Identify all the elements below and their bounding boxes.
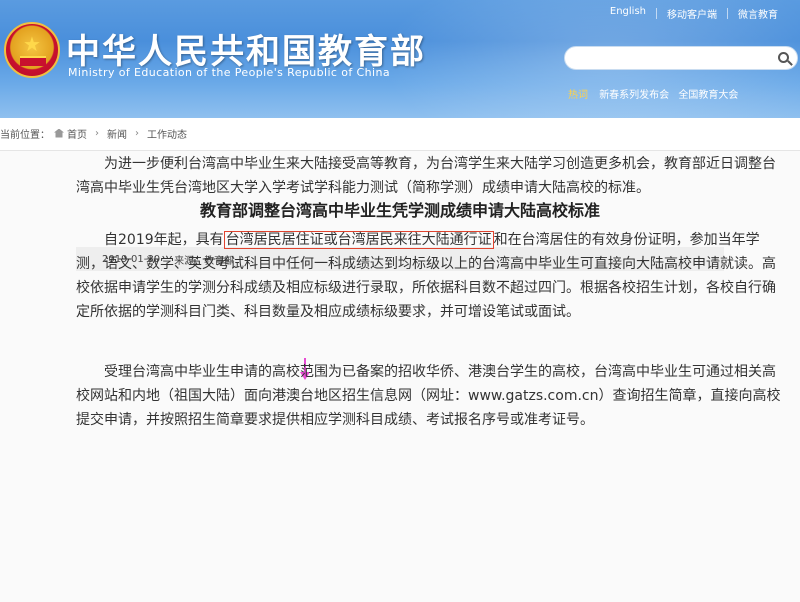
breadcrumb-news[interactable]: 新闻	[107, 126, 127, 141]
paragraph-line: 自2019年起，具有 台湾居民居住证或台湾居民来往大陆通行证 和在台湾居住的有效身份…	[76, 228, 760, 252]
chevron-right-icon: ›	[135, 127, 139, 139]
search-icon[interactable]	[778, 52, 789, 63]
breadcrumb-prefix: 当前位置：	[0, 129, 50, 141]
paragraph-line: 定所依据的学测科目门类、科目数量及相应成绩标级要求，并可增设笔试或面试。	[76, 304, 580, 320]
hot-label: 热词	[568, 90, 588, 101]
link-mobile-client[interactable]: 移动客户端	[657, 6, 727, 21]
hot-item-education-conference[interactable]: 全国教育大会	[678, 90, 738, 101]
top-links: English 移动客户端 微言教育	[600, 6, 788, 21]
paragraph-line: 校网站和内地（祖国大陆）面向港澳台地区招生信息网（网址：www.gatzs.co…	[76, 388, 781, 404]
paragraph-2: 自2019年起，具有 台湾居民居住证或台湾居民来往大陆通行证 和在台湾居住的有效身份…	[76, 228, 776, 324]
paragraph-line: 为进一步便利台湾高中毕业生来大陆接受高等教育，为台湾学生来大陆学习创造更多机会，…	[104, 156, 776, 172]
hot-words-bar: 热词 新春系列发布会 全国教育大会	[568, 86, 744, 101]
breadcrumb: 当前位置： 首页 › 新闻 › 工作动态	[0, 124, 187, 142]
site-header: ★ 中华人民共和国教育部 Ministry of Education of th…	[0, 0, 800, 118]
breadcrumb-home[interactable]: 首页	[67, 126, 87, 141]
text-segment: 和在台湾居住的有效身份证明，参加当年学	[493, 232, 760, 248]
paragraph-line: 提交申请，并按照招生简章要求提供相应学测科目成绩、考试报名序号或准考证号。	[76, 412, 594, 428]
home-icon	[54, 128, 64, 138]
gate-shape	[20, 56, 46, 66]
paragraph-1: 为进一步便利台湾高中毕业生来大陆接受高等教育，为台湾学生来大陆学习创造更多机会，…	[76, 152, 776, 200]
paragraph-line: 受理台湾高中毕业生申请的高校范围为已备案的招收华侨、港澳台学生的高校，台湾高中毕…	[104, 364, 776, 380]
site-subtitle: Ministry of Education of the People's Re…	[68, 66, 390, 79]
link-weiyan[interactable]: 微言教育	[728, 6, 788, 21]
paragraph-line: 湾高中毕业生凭台湾地区大学入学考试学科能力测试（简称学测）成绩申请大陆高校的标准…	[76, 180, 650, 196]
highlighted-text: 台湾居民居住证或台湾居民来往大陆通行证	[223, 231, 494, 249]
paragraph-line: 测，语文、数学、英文考试科目中任何一科成绩达到均标级以上的台湾高中毕业生可直接向…	[76, 256, 776, 272]
hot-item-press-conference[interactable]: 新春系列发布会	[599, 90, 669, 101]
search-input[interactable]	[564, 46, 798, 70]
paragraph-3: 受理台湾高中毕业生申请的高校范围为已备案的招收华侨、港澳台学生的高校，台湾高中毕…	[76, 360, 781, 432]
text-segment: 自2019年起，具有	[104, 232, 224, 248]
link-english[interactable]: English	[600, 6, 656, 21]
paragraph-line: 校依据申请学生的学测分科成绩及相应标级进行录取，所依据科目数不超过四门。根据各校…	[76, 280, 776, 296]
national-emblem-icon[interactable]: ★	[4, 22, 60, 78]
star-icon: ★	[23, 32, 41, 56]
chevron-right-icon: ›	[95, 127, 99, 139]
breadcrumb-work-news[interactable]: 工作动态	[147, 126, 187, 141]
article-title: 教育部调整台湾高中毕业生凭学测成绩申请大陆高校标准	[199, 201, 600, 220]
